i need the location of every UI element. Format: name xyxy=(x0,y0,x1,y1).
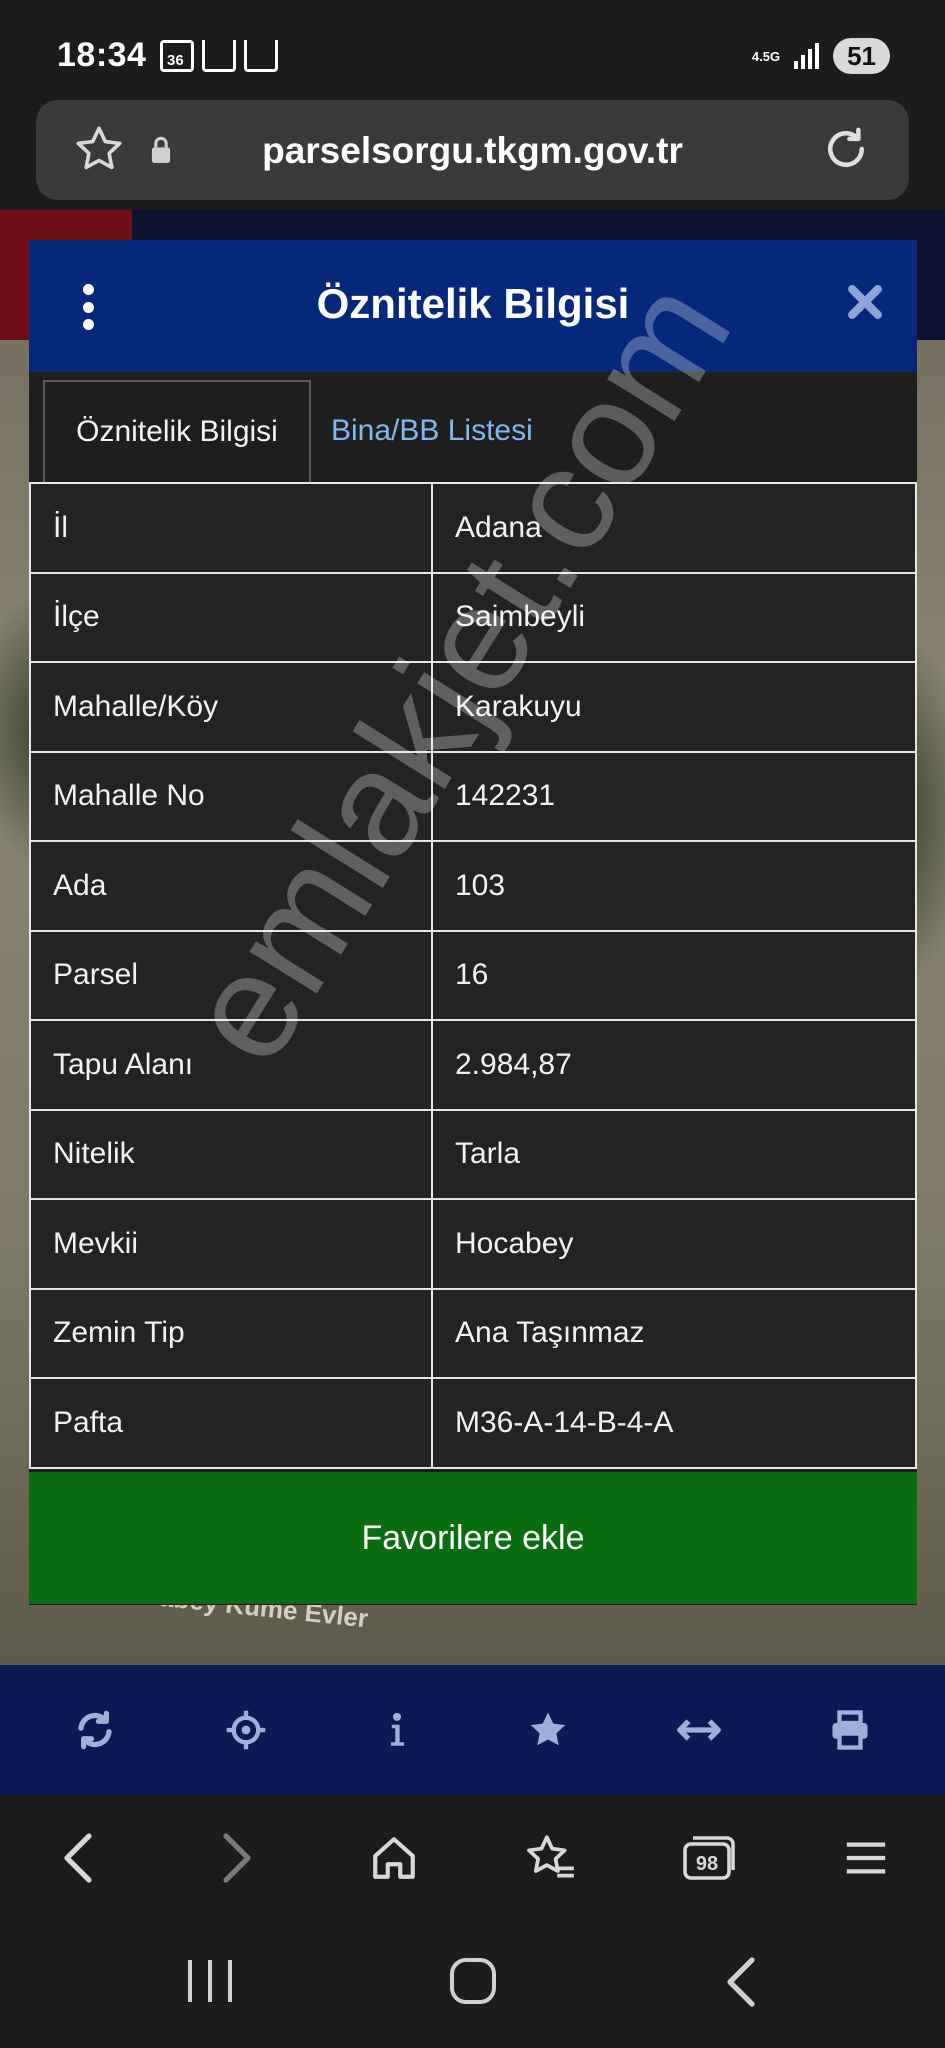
gallery-notification-icon xyxy=(244,40,278,72)
refresh-icon[interactable] xyxy=(65,1700,125,1760)
measure-icon[interactable] xyxy=(669,1700,729,1760)
modal-header: Öznitelik Bilgisi xyxy=(29,240,917,372)
row-value: Tarla xyxy=(431,1108,917,1200)
browser-navigation-bar: 98 xyxy=(0,1795,945,1920)
row-value: Karakuyu xyxy=(431,661,917,753)
system-navigation-bar xyxy=(0,1920,945,2048)
status-bar: 18:34 4.5G 51 xyxy=(0,0,945,100)
row-label: Mahalle No xyxy=(29,750,433,842)
table-row: Mahalle No 142231 xyxy=(29,750,917,842)
table-row: Tapu Alanı 2.984,87 xyxy=(29,1019,917,1111)
add-to-favorites-button[interactable]: Favorilere ekle xyxy=(29,1472,917,1604)
row-value: 142231 xyxy=(431,750,917,842)
map-toolbar xyxy=(0,1665,945,1795)
row-value: 2.984,87 xyxy=(431,1019,917,1111)
row-label: Mahalle/Köy xyxy=(29,661,433,753)
row-label: İl xyxy=(29,482,433,574)
network-type-label: 4.5G xyxy=(751,48,781,64)
status-indicators: 4.5G 51 xyxy=(752,38,890,74)
signal-strength-icon xyxy=(794,43,820,69)
tab-attribute-info[interactable]: Öznitelik Bilgisi xyxy=(43,380,311,482)
row-value: 16 xyxy=(431,929,917,1021)
row-label: Pafta xyxy=(29,1377,433,1469)
locate-icon[interactable] xyxy=(216,1700,276,1760)
home-icon[interactable] xyxy=(359,1823,429,1893)
row-value: Ana Taşınmaz xyxy=(431,1287,917,1379)
notification-icons xyxy=(160,40,278,72)
row-label: Nitelik xyxy=(29,1108,433,1200)
system-back-icon[interactable] xyxy=(722,1956,762,2008)
modal-title: Öznitelik Bilgisi xyxy=(316,280,630,327)
row-value: Saimbeyli xyxy=(431,571,917,663)
star-icon[interactable] xyxy=(518,1700,578,1760)
attribute-info-modal: Öznitelik Bilgisi Öznitelik Bilgisi Bina… xyxy=(29,240,917,1605)
row-label: İlçe xyxy=(29,571,433,663)
print-icon[interactable] xyxy=(820,1700,880,1760)
home-button-icon[interactable] xyxy=(450,1958,496,2004)
row-value: Adana xyxy=(431,482,917,574)
row-label: Ada xyxy=(29,840,433,932)
recent-apps-icon[interactable] xyxy=(188,1960,232,2004)
row-label: Mevkii xyxy=(29,1198,433,1290)
address-bar[interactable]: parselsorgu.tkgm.gov.tr xyxy=(36,100,909,200)
table-row: İlçe Saimbeyli xyxy=(29,571,917,663)
bookmarks-icon[interactable] xyxy=(516,1823,586,1893)
table-row: Parsel 16 xyxy=(29,929,917,1021)
tab-building-list[interactable]: Bina/BB Listesi xyxy=(331,380,533,482)
reload-icon[interactable] xyxy=(819,122,873,176)
forward-icon[interactable] xyxy=(201,1823,271,1893)
status-time: 18:34 xyxy=(57,36,147,74)
row-value: M36-A-14-B-4-A xyxy=(431,1377,917,1469)
menu-icon[interactable] xyxy=(831,1823,901,1893)
battery-indicator: 51 xyxy=(833,38,890,74)
row-label: Tapu Alanı xyxy=(29,1019,433,1111)
table-row: Mahalle/Köy Karakuyu xyxy=(29,661,917,753)
row-label: Zemin Tip xyxy=(29,1287,433,1379)
table-row: Nitelik Tarla xyxy=(29,1108,917,1200)
table-row: İl Adana xyxy=(29,482,917,574)
url-text[interactable]: parselsorgu.tkgm.gov.tr xyxy=(36,130,909,172)
table-row: Ada 103 xyxy=(29,840,917,932)
row-value: Hocabey xyxy=(431,1198,917,1290)
table-row: Zemin Tip Ana Taşınmaz xyxy=(29,1287,917,1379)
close-icon[interactable] xyxy=(843,280,887,324)
tab-count: 98 xyxy=(696,1853,718,1875)
row-label: Parsel xyxy=(29,929,433,1021)
table-row: Mevkii Hocabey xyxy=(29,1198,917,1290)
calendar-notification-icon xyxy=(160,40,194,72)
tabs-icon[interactable]: 98 xyxy=(674,1823,744,1893)
info-icon[interactable] xyxy=(367,1700,427,1760)
back-icon[interactable] xyxy=(44,1823,114,1893)
table-row: Pafta M36-A-14-B-4-A xyxy=(29,1377,917,1469)
gallery-notification-icon xyxy=(202,40,236,72)
row-value: 103 xyxy=(431,840,917,932)
attribute-table: İl Adana İlçe Saimbeyli Mahalle/Köy Karakuy… xyxy=(29,482,917,1469)
